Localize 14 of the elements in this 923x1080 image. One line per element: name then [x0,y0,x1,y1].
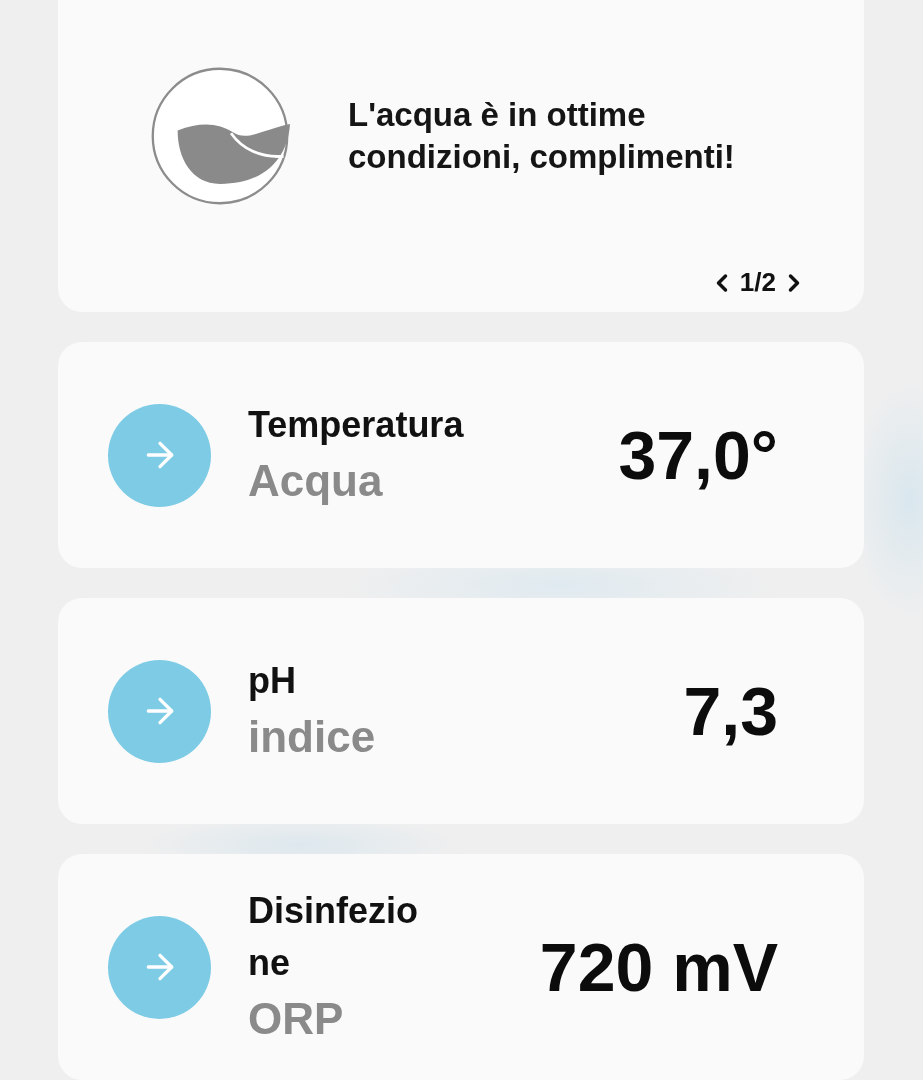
reading-value: 720 mV [538,928,778,1006]
reading-value: 37,0° [617,416,778,494]
reading-title: pH [248,659,297,703]
status-message: L'acqua è in ottime condizioni, complimenti! [348,95,736,177]
reading-subtitle: Acqua [248,455,384,507]
reading-value: 7,3 [682,672,778,750]
reading-subtitle: ORP [248,993,345,1045]
reading-card[interactable]: Disinfezione ORP 720 mV [58,854,864,1080]
reading-title: Temperatura [248,403,465,447]
page-indicator: 1/2 [739,267,776,298]
reading-card[interactable]: pH indice 7,3 [58,598,864,824]
reading-card[interactable]: Temperatura Acqua 37,0° [58,342,864,568]
reading-subtitle: indice [248,711,377,763]
reading-title: Disinfezione [248,889,419,985]
